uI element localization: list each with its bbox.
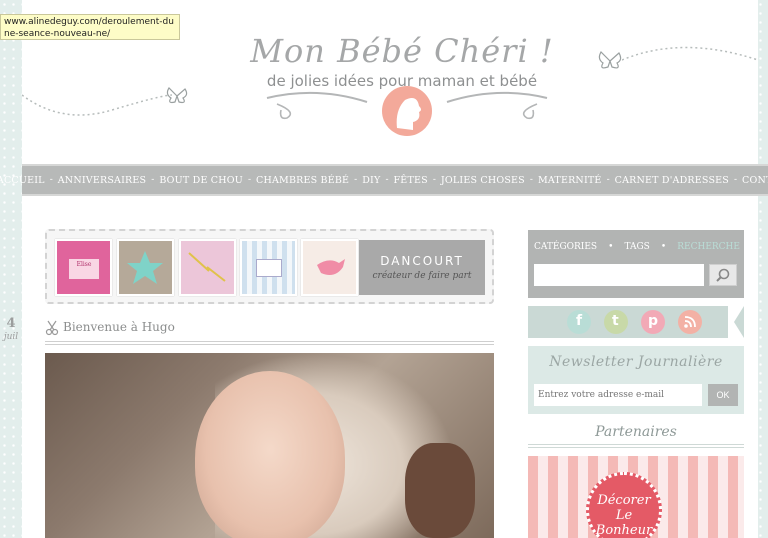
nav-separator: - [247,175,251,185]
nav-item-jolies-choses[interactable]: JOLIES CHOSES [441,175,525,186]
rss-icon[interactable] [678,310,702,334]
dancourt-tagline: créateur de faire part [372,271,472,281]
nav-item-diy[interactable]: DIY [362,175,380,186]
post-date-month: juil [3,332,19,342]
butterfly-icon [598,51,622,69]
newsletter-title: Newsletter Journalière [549,354,723,370]
nav-separator: - [529,175,533,185]
nav-item-fetes[interactable]: FÊTES [394,175,428,186]
teddy-shape [405,443,475,538]
partner-badge-line1: Décorer [597,493,651,508]
post-header: Bienvenue à Hugo [45,318,494,340]
nav-separator: - [354,175,358,185]
partner-ad-banner[interactable]: Décorer Le Bonheur [528,456,744,538]
nav-separator: - [432,175,436,185]
post-divider [45,341,494,345]
nav-item-bout-de-chou[interactable]: BOUT DE CHOU [159,175,243,186]
partner-badge: Décorer Le Bonheur [586,472,662,538]
tab-recherche[interactable]: RECHERCHE [677,242,740,252]
newsletter-box: Newsletter Journalière OK [528,346,744,414]
nav-separator: - [151,175,155,185]
pinterest-icon[interactable]: p [641,310,665,334]
nav-item-accueil[interactable]: ACCUEIL [0,175,45,186]
nav-item-carnet-adresses[interactable]: CARNET D'ADRESSES [615,175,729,186]
newsletter-ok-button[interactable]: OK [708,384,738,406]
product-tile[interactable] [117,239,174,296]
post-title[interactable]: Bienvenue à Hugo [63,320,175,334]
nav-item-contact[interactable]: CONTACT [742,175,768,186]
ribbon-icon [188,252,226,282]
search-input[interactable] [534,264,704,286]
flourish-ornament [266,86,548,136]
baby-head-shape [195,371,345,538]
nav-item-anniversaires[interactable]: ANNIVERSAIRES [58,175,147,186]
scissors-icon [45,320,59,336]
dancourt-brand: DANCOURT [380,254,464,268]
dancourt-logo[interactable]: DANCOURT créateur de faire part [359,240,485,295]
bird-icon [317,259,345,275]
url-tooltip: www.alinedeguy.com/deroulement-dune-sean… [0,14,180,40]
product-tile[interactable] [179,239,236,296]
nav-separator: - [734,175,738,185]
partner-badge-line2: Le Bonheur [595,508,653,538]
partners-divider [528,444,744,448]
butterfly-icon [166,87,188,104]
search-button[interactable] [709,264,737,286]
tab-separator: • [660,242,667,252]
site-title[interactable]: Mon Bébé Chéri ! [242,32,562,70]
tab-categories[interactable]: CATÉGORIES [534,242,597,252]
post-photo[interactable] [45,353,494,538]
facebook-icon[interactable]: f [567,310,591,334]
product-tile[interactable] [240,239,297,296]
nav-separator: - [385,175,389,185]
search-icon [716,268,730,282]
dotted-decoration [22,94,173,116]
ribbon-notch [728,306,744,338]
social-bar: f t p [528,306,744,338]
nav-item-maternite[interactable]: MATERNITÉ [538,175,602,186]
dancourt-ad-banner[interactable]: Elise DANCOURT créateur de faire part [45,229,494,304]
twitter-icon[interactable]: t [604,310,628,334]
tile-card [256,259,282,277]
main-navigation: ACCUEIL - ANNIVERSAIRES - BOUT DE CHOU -… [0,164,768,196]
nav-separator: - [49,175,53,185]
tab-separator: • [608,242,614,252]
star-icon [127,251,163,284]
dotted-decoration [622,46,758,61]
tab-tags[interactable]: TAGS [624,242,649,252]
nav-separator: - [606,175,610,185]
product-tile[interactable]: Elise [55,239,112,296]
partners-title: Partenaires [595,424,677,440]
newsletter-email-input[interactable] [534,384,702,406]
nav-item-chambres-bebe[interactable]: CHAMBRES BÉBÉ [256,175,349,186]
sidebar-tabs: CATÉGORIES • TAGS • RECHERCHE [534,242,740,252]
sidebar-search-box: CATÉGORIES • TAGS • RECHERCHE [528,230,744,298]
product-tile[interactable] [301,239,358,296]
rss-glyph [684,316,696,328]
tile-card-label: Elise [69,259,99,279]
post-date-day: 4 [6,316,16,331]
